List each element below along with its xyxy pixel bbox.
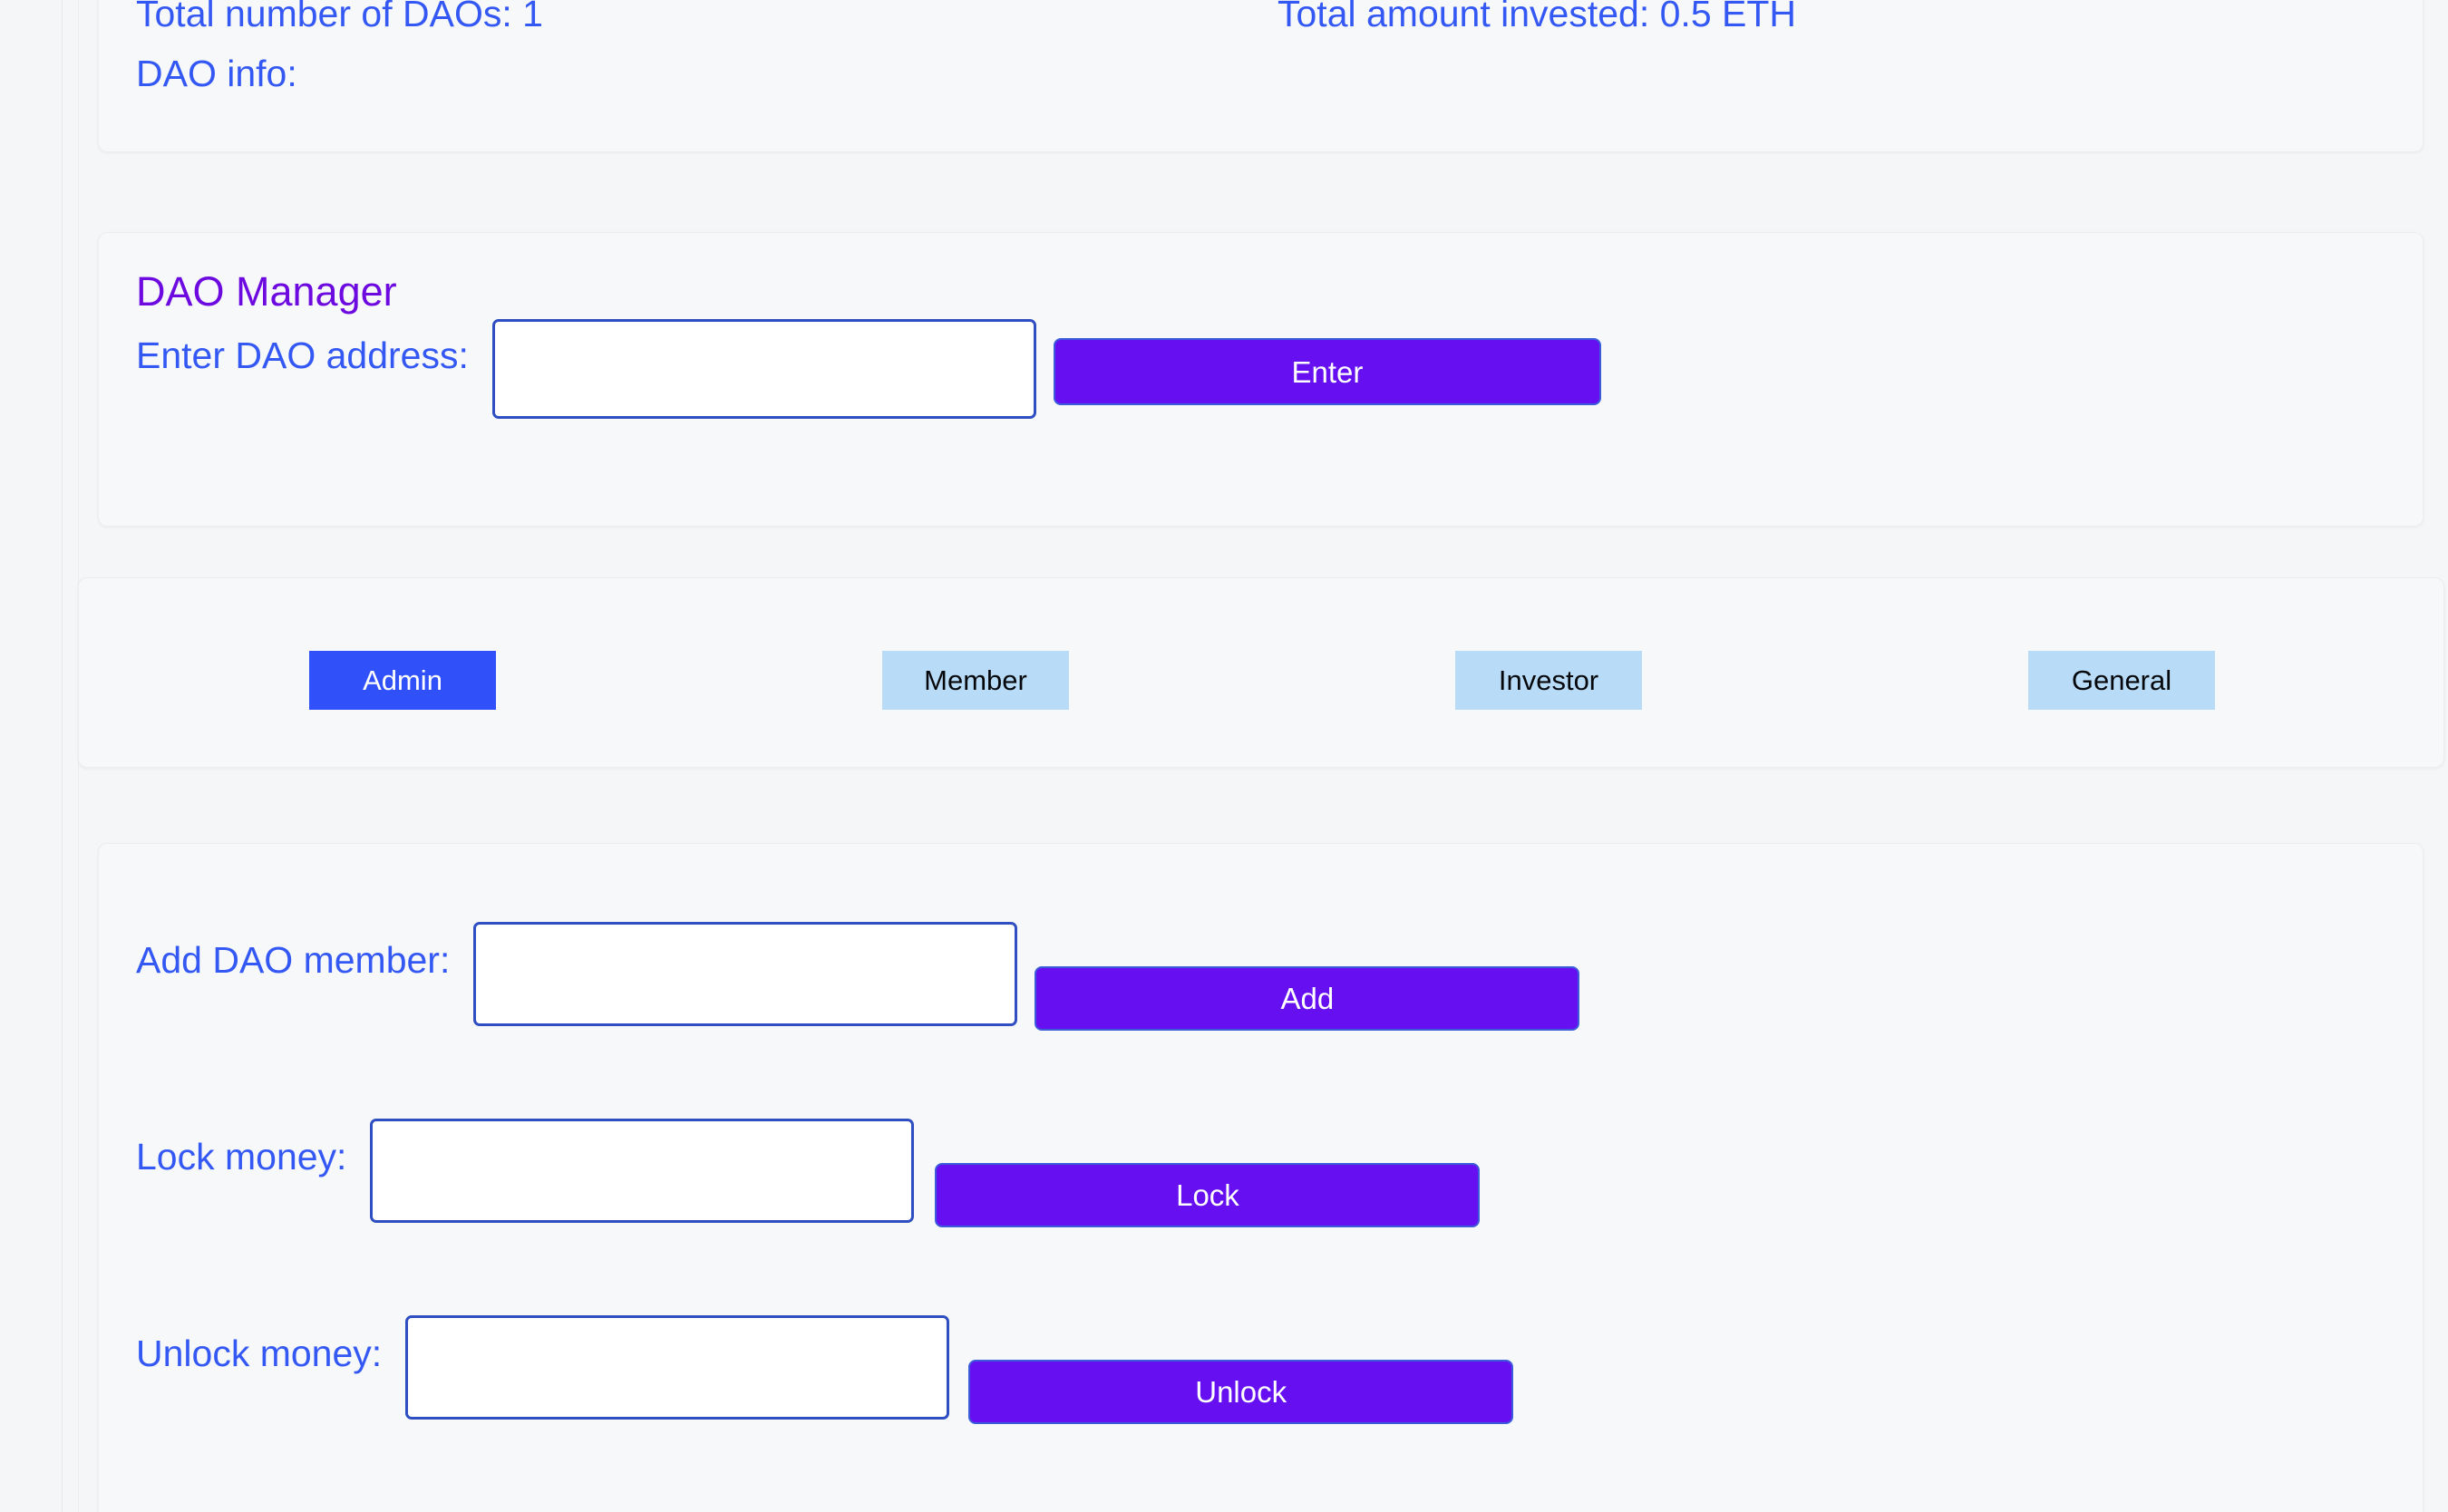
unlock-money-label: Unlock money: — [136, 1333, 383, 1374]
tab-member[interactable]: Member — [882, 651, 1069, 710]
admin-actions-card: Add DAO member: Add Lock money: Lock Unl… — [98, 843, 2424, 1512]
dao-manager-title: DAO Manager — [136, 268, 397, 315]
page-gutter-rule-outer — [62, 0, 63, 1512]
unlock-money-button[interactable]: Unlock — [968, 1360, 1514, 1424]
lock-money-button[interactable]: Lock — [935, 1163, 1481, 1227]
tab-investor[interactable]: Investor — [1455, 651, 1642, 710]
lock-money-row: Lock money: Lock — [136, 1119, 1481, 1227]
unlock-money-row: Unlock money: Unlock — [136, 1315, 1514, 1424]
total-daos-stat: Total number of DAOs: 1 — [136, 0, 543, 34]
tab-general[interactable]: General — [2028, 651, 2215, 710]
enter-button[interactable]: Enter — [1053, 338, 1601, 405]
dao-info-card: Total number of DAOs: 1 Total amount inv… — [98, 0, 2424, 152]
total-invested-stat: Total amount invested: 0.5 ETH — [1277, 0, 1797, 34]
add-dao-member-label: Add DAO member: — [136, 939, 451, 981]
app-page: Total number of DAOs: 1 Total amount inv… — [0, 0, 2448, 1512]
enter-dao-address-row: Enter DAO address: Enter — [136, 319, 1601, 419]
tab-admin[interactable]: Admin — [309, 651, 496, 710]
add-member-input[interactable] — [473, 922, 1018, 1026]
unlock-money-input[interactable] — [405, 1315, 950, 1420]
role-tabs-card: Admin Member Investor General — [78, 577, 2444, 768]
add-dao-member-row: Add DAO member: Add — [136, 922, 1580, 1031]
dao-info-label: DAO info: — [136, 53, 297, 94]
enter-dao-address-label: Enter DAO address: — [136, 334, 469, 376]
add-member-button[interactable]: Add — [1035, 966, 1580, 1031]
dao-manager-card: DAO Manager Enter DAO address: Enter — [98, 232, 2424, 527]
lock-money-label: Lock money: — [136, 1136, 347, 1178]
lock-money-input[interactable] — [370, 1119, 915, 1223]
dao-address-input[interactable] — [491, 319, 1036, 419]
